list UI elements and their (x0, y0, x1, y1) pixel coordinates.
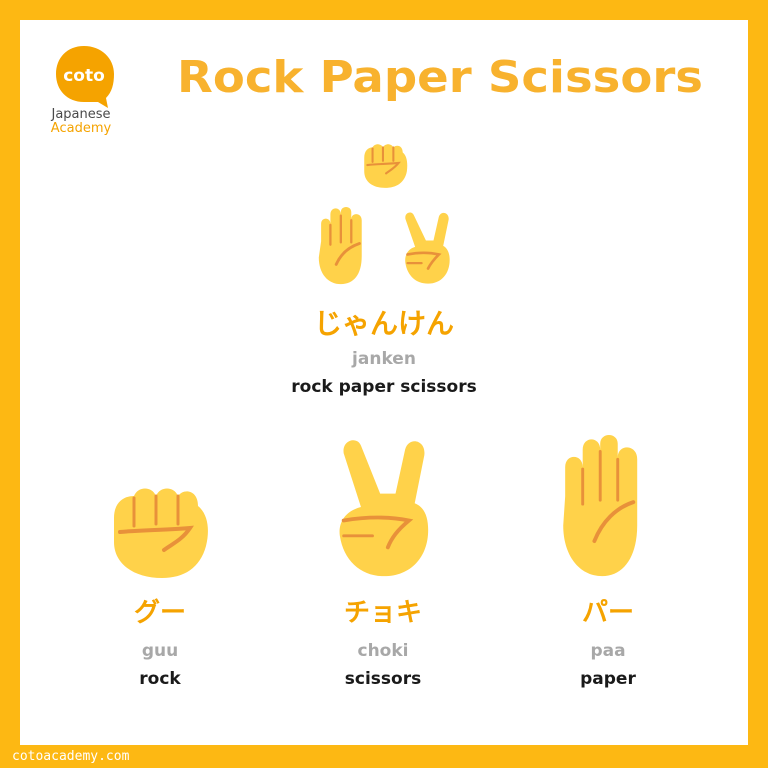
small-peace-hand-icon (405, 212, 450, 284)
fist-icon (114, 488, 208, 578)
main-japanese: じゃんけん (313, 307, 454, 340)
item-english-rock: rock (139, 669, 181, 689)
page-title: Rock Paper Scissors (177, 52, 703, 103)
item-japanese-rock: グー (133, 598, 186, 628)
open-hand-icon (563, 434, 638, 577)
page-title-text: Rock Paper Scissors (177, 52, 703, 103)
item-romaji-rock: guu (141, 641, 179, 661)
logo-line-2: Academy (50, 121, 112, 136)
item-romaji-paper: paa (590, 641, 626, 661)
peace-hand-icon (339, 440, 429, 577)
coto-logo-icon: coto (56, 46, 114, 108)
footer-url: cotoacademy.com (12, 749, 130, 764)
logo-line-1: Japanese (51, 107, 111, 122)
small-open-hand-icon (318, 206, 362, 285)
logo-subtitle: Japanese Academy (44, 108, 118, 136)
main-english: rock paper scissors (291, 377, 477, 397)
logo-badge-text: coto (63, 66, 105, 86)
main-romaji: janken (352, 349, 416, 369)
item-japanese-scissors: チョキ (343, 598, 422, 628)
item-english-scissors: scissors (344, 669, 422, 689)
item-japanese-paper: パー (581, 598, 634, 628)
item-english-paper: paper (580, 669, 636, 689)
item-romaji-scissors: choki (357, 641, 409, 661)
small-fist-icon (364, 144, 408, 188)
